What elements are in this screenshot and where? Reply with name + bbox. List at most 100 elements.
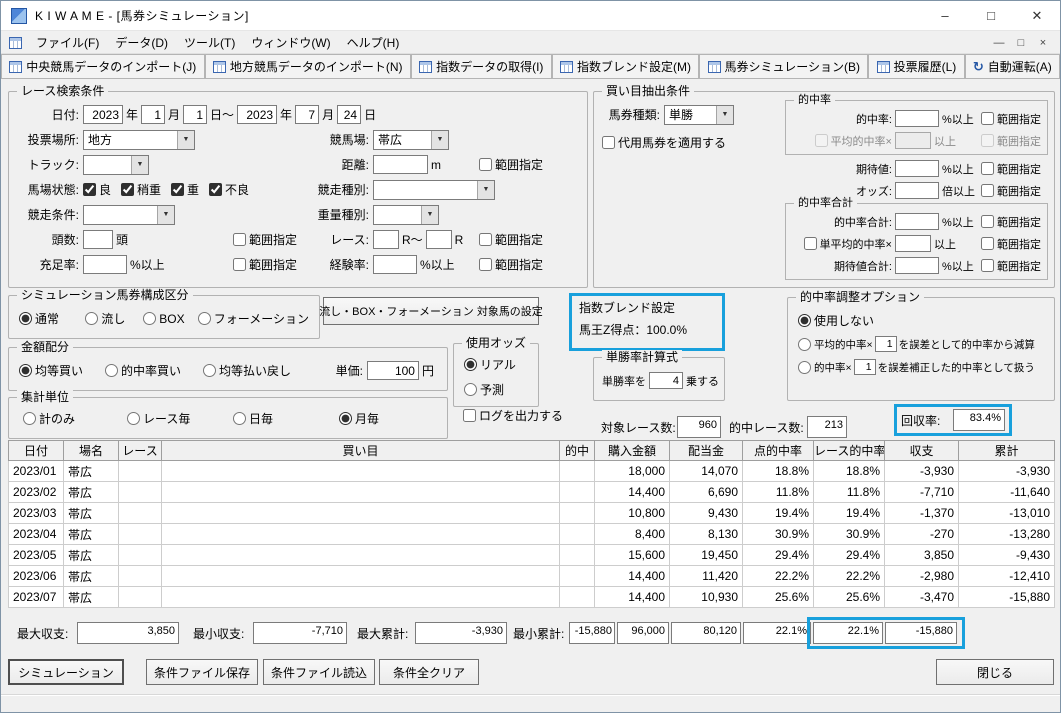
amount-equal-radio-input[interactable] xyxy=(19,364,32,377)
dropdown-arrow-icon[interactable]: ▼ xyxy=(131,155,148,174)
composition-formation-radio-input[interactable] xyxy=(197,312,211,325)
date-day1-input[interactable] xyxy=(183,105,208,124)
aggregate-day-radio[interactable]: 日毎 xyxy=(233,410,339,427)
adjust-avg-input[interactable] xyxy=(874,336,897,352)
dropdown-arrow-icon[interactable]: ▼ xyxy=(431,130,448,149)
odds-real-radio[interactable]: リアル xyxy=(464,356,534,373)
condition-bad-checkbox[interactable]: 不良 xyxy=(209,181,249,198)
expect-value-range-checkbox[interactable]: 範囲指定 xyxy=(981,161,1041,177)
toolbar-simulation-button[interactable]: 馬券シミュレーション(B) xyxy=(699,54,869,79)
toolbar-vote-history-button[interactable]: 投票履歴(L) xyxy=(868,54,965,79)
adjust-hit-input[interactable] xyxy=(853,359,876,375)
date-year1-input[interactable] xyxy=(83,105,123,124)
expect-total-range-checkbox[interactable]: 範囲指定 xyxy=(981,258,1041,274)
race-number-to-input[interactable] xyxy=(425,230,452,249)
aggregate-total-radio-input[interactable] xyxy=(23,412,36,425)
adjust-avg-radio[interactable]: 平均的中率× xyxy=(798,337,873,352)
distance-range-checkbox[interactable]: 範囲指定 xyxy=(478,156,543,173)
race-number-range-checkbox-input[interactable] xyxy=(478,233,492,246)
toolbar-central-import-button[interactable]: 中央競馬データのインポート(J) xyxy=(1,54,205,79)
weight-type-select[interactable]: ▼ xyxy=(373,204,439,225)
toolbar-local-import-button[interactable]: 地方競馬データのインポート(N) xyxy=(204,54,411,79)
hit-rate-range-checkbox[interactable]: 範囲指定 xyxy=(981,111,1041,127)
condition-bad-checkbox-input[interactable] xyxy=(209,183,223,196)
expect-value-input[interactable] xyxy=(895,160,939,177)
column-header-race_rate[interactable]: レース的中率 xyxy=(813,440,885,461)
exp-rate-range-checkbox[interactable]: 範囲指定 xyxy=(478,256,543,273)
aggregate-race-radio-input[interactable] xyxy=(127,412,140,425)
amount-equal-radio[interactable]: 均等買い xyxy=(19,362,105,379)
hit-rate-range-checkbox-input[interactable] xyxy=(981,112,994,125)
mdi-system-icon[interactable] xyxy=(9,36,22,49)
adjust-none-radio[interactable]: 使用しない xyxy=(798,312,1048,329)
dropdown-arrow-icon[interactable]: ▼ xyxy=(157,205,174,224)
column-header-total[interactable]: 累計 xyxy=(958,440,1055,461)
condition-slightly-heavy-checkbox[interactable]: 稍重 xyxy=(121,181,161,198)
ticket-type-select[interactable]: 単勝 ▼ xyxy=(664,104,734,125)
menu-help[interactable]: ヘルプ(H) xyxy=(339,31,408,54)
course-select[interactable]: 帯広 ▼ xyxy=(373,129,449,150)
composition-normal-radio[interactable]: 通常 xyxy=(19,310,85,327)
hit-rate-total-input[interactable] xyxy=(895,213,939,230)
condition-slightly-heavy-checkbox-input[interactable] xyxy=(121,183,135,196)
log-output-checkbox-input[interactable] xyxy=(463,409,476,422)
adjust-none-radio-input[interactable] xyxy=(798,314,811,327)
amount-payback-radio-input[interactable] xyxy=(203,364,216,377)
composition-formation-radio[interactable]: フォーメーション xyxy=(197,310,309,327)
composition-nagashi-radio-input[interactable] xyxy=(85,312,99,325)
maximize-icon[interactable]: □ xyxy=(968,1,1014,30)
table-row[interactable]: 2023/01 帯広 18,000 14,070 18.8% 18.8% -3,930 -3,… xyxy=(8,460,1055,482)
condition-heavy-checkbox-input[interactable] xyxy=(171,183,185,196)
date-year2-input[interactable] xyxy=(237,105,278,124)
adjust-avg-radio-input[interactable] xyxy=(798,337,811,351)
table-row[interactable]: 2023/07 帯広 14,400 10,930 25.6% 25.6% -3,470 -15… xyxy=(8,586,1055,608)
mdi-restore-icon[interactable]: □ xyxy=(1010,37,1032,49)
mdi-minimize-icon[interactable]: — xyxy=(988,37,1010,49)
composition-normal-radio-input[interactable] xyxy=(19,312,32,325)
single-avg-checkbox[interactable]: 単平均的中率× xyxy=(803,236,892,252)
toolbar-auto-run-button[interactable]: ↻ 自動運転(A) xyxy=(964,54,1060,79)
table-row[interactable]: 2023/04 帯広 8,400 8,130 30.9% 30.9% -270 -13,280 xyxy=(8,523,1055,545)
composition-box-radio[interactable]: BOX xyxy=(143,312,197,326)
unit-price-input[interactable] xyxy=(366,361,419,380)
exp-rate-range-checkbox-input[interactable] xyxy=(478,258,492,271)
menu-data[interactable]: データ(D) xyxy=(107,31,176,54)
single-avg-range-checkbox-input[interactable] xyxy=(981,237,994,250)
heads-range-checkbox[interactable]: 範囲指定 xyxy=(232,231,297,248)
single-avg-checkbox-input[interactable] xyxy=(803,237,817,250)
close-icon[interactable]: ✕ xyxy=(1014,1,1060,30)
single-avg-range-checkbox[interactable]: 範囲指定 xyxy=(981,236,1041,252)
column-header-kaime[interactable]: 買い目 xyxy=(161,440,560,461)
aggregate-race-radio[interactable]: レース毎 xyxy=(127,410,233,427)
race-type-select[interactable]: ▼ xyxy=(373,179,495,200)
column-header-purchase[interactable]: 購入金額 xyxy=(594,440,670,461)
menu-file[interactable]: ファイル(F) xyxy=(28,31,107,54)
menu-window[interactable]: ウィンドウ(W) xyxy=(243,31,338,54)
composition-box-radio-input[interactable] xyxy=(143,312,157,325)
column-header-balance[interactable]: 収支 xyxy=(884,440,959,461)
log-output-checkbox[interactable]: ログを出力する xyxy=(463,407,563,424)
minimize-icon[interactable]: – xyxy=(922,1,968,30)
simulation-button[interactable]: シミュレーション xyxy=(8,659,124,685)
condition-good-checkbox[interactable]: 良 xyxy=(83,181,111,198)
amount-hitrate-radio-input[interactable] xyxy=(105,364,118,377)
fill-rate-range-checkbox[interactable]: 範囲指定 xyxy=(232,256,297,273)
load-condition-file-button[interactable]: 条件ファイル読込 xyxy=(263,659,375,685)
amount-payback-radio[interactable]: 均等払い戻し xyxy=(203,362,291,379)
odds-predict-radio-input[interactable] xyxy=(464,383,477,396)
odds-real-radio-input[interactable] xyxy=(464,358,477,371)
amount-hitrate-radio[interactable]: 的中率買い xyxy=(105,362,203,379)
substitute-ticket-checkbox[interactable]: 代用馬券を適用する xyxy=(602,134,726,151)
table-row[interactable]: 2023/05 帯広 15,600 19,450 29.4% 29.4% 3,850 -9,4… xyxy=(8,544,1055,566)
race-number-from-input[interactable] xyxy=(373,230,399,249)
dropdown-arrow-icon[interactable]: ▼ xyxy=(477,180,494,199)
save-condition-file-button[interactable]: 条件ファイル保存 xyxy=(146,659,258,685)
condition-heavy-checkbox[interactable]: 重 xyxy=(171,181,199,198)
date-month1-input[interactable] xyxy=(141,105,166,124)
target-horse-setting-button[interactable]: 流し・BOX・フォーメーション 対象馬の設定 xyxy=(319,297,543,325)
aggregate-month-radio-input[interactable] xyxy=(339,412,352,425)
win-formula-input[interactable] xyxy=(649,372,683,389)
exp-rate-input[interactable] xyxy=(373,255,417,274)
expect-value-range-checkbox-input[interactable] xyxy=(981,162,994,175)
toolbar-index-blend-button[interactable]: 指数ブレンド設定(M) xyxy=(551,54,700,79)
